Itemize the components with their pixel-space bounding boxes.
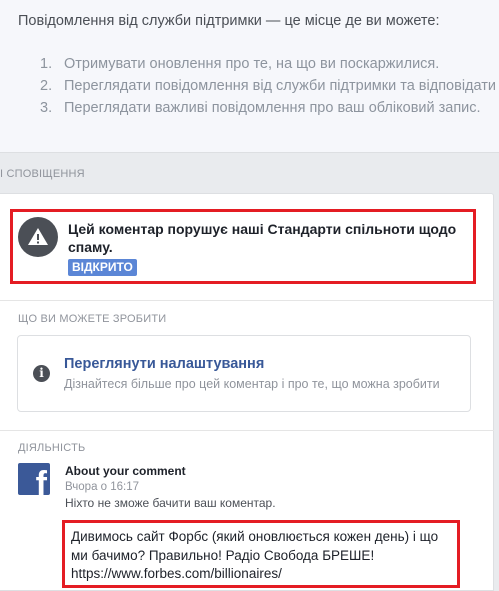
- activity-title: About your comment: [65, 464, 186, 478]
- notifications-section-header: І СПОВІЩЕННЯ: [0, 168, 85, 180]
- info-icon: i: [33, 365, 50, 382]
- review-settings-description: Дізнайтеся більше про цей коментар і про…: [64, 377, 440, 391]
- facebook-logo-letter: f: [35, 465, 47, 495]
- activity-header: ДІЯЛЬНІСТЬ: [18, 442, 86, 454]
- status-badge: ВІДКРИТО: [68, 259, 137, 276]
- intro-panel: Повідомлення від служби підтримки — це м…: [0, 0, 499, 153]
- facebook-logo: f: [18, 463, 50, 495]
- intro-list: 1. Отримувати оновлення про те, на що ви …: [40, 53, 499, 119]
- intro-item: 1. Отримувати оновлення про те, на що ви …: [40, 53, 499, 75]
- divider: [0, 430, 494, 431]
- violation-title: Цей коментар порушує наші Стандарти спіл…: [68, 221, 457, 255]
- intro-item-text: Отримувати оновлення про те, на що ви по…: [64, 56, 440, 72]
- warning-icon: [18, 217, 58, 257]
- intro-item-text: Переглядати важливі повідомлення про ваш…: [64, 100, 481, 116]
- intro-item-text: Переглядати повідомлення від служби підт…: [64, 78, 499, 94]
- intro-item-number: 1.: [40, 56, 53, 72]
- review-settings-link[interactable]: Переглянути налаштування: [64, 356, 264, 372]
- intro-item-number: 2.: [40, 78, 53, 94]
- activity-note: Ніхто не зможе бачити ваш коментар.: [65, 496, 276, 510]
- intro-item: 3. Переглядати важливі повідомлення про в…: [40, 97, 499, 119]
- intro-item: 2. Переглядати повідомлення від служби пі…: [40, 75, 499, 97]
- intro-item-number: 3.: [40, 100, 53, 116]
- review-settings-option[interactable]: [17, 335, 471, 412]
- activity-timestamp[interactable]: Вчора о 16:17: [65, 481, 139, 493]
- divider: [0, 300, 494, 301]
- comment-text: Дивимось сайт Форбс (який оновлюється ко…: [71, 529, 439, 581]
- intro-text: Повідомлення від служби підтримки — це м…: [18, 13, 440, 29]
- actions-header: ЩО ВИ МОЖЕТЕ ЗРОБИТИ: [18, 313, 167, 325]
